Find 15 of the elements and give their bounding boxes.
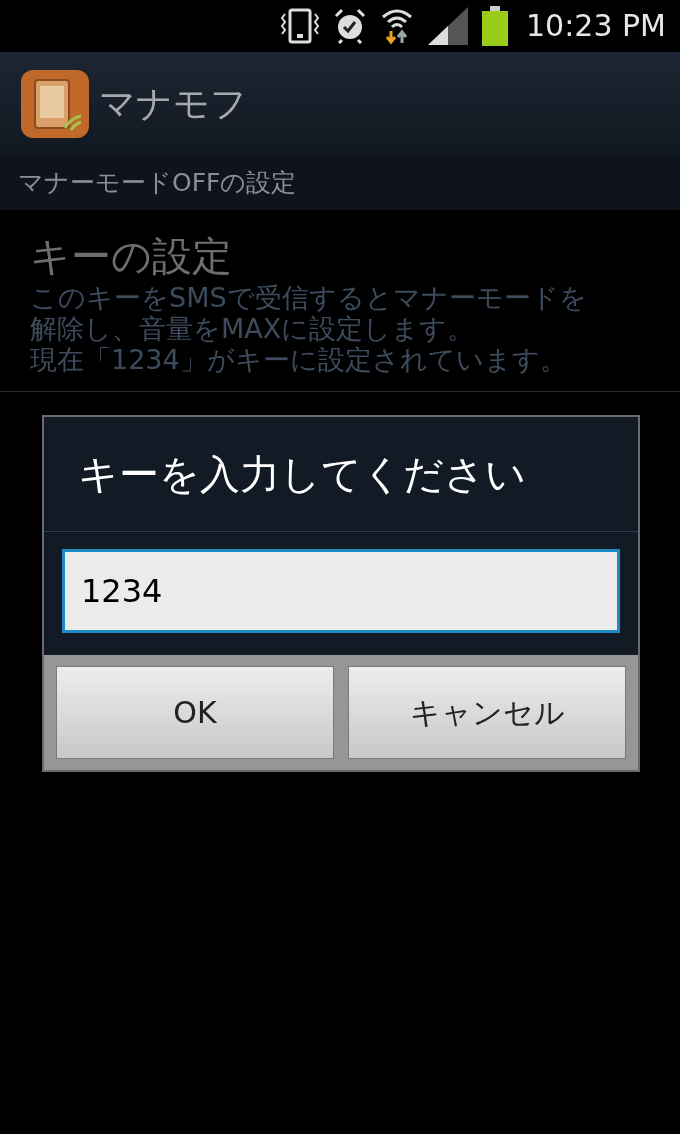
preference-summary: 現在「1234」がキーに設定されています。: [30, 344, 568, 375]
app-icon: [21, 69, 89, 138]
clock: 10:23 PM: [526, 11, 666, 41]
app-title: マナモフ: [99, 81, 247, 126]
dialog-title: キーを入力してください: [44, 417, 638, 532]
alarm-clock-icon: [334, 8, 367, 44]
preference-title: キーの設定: [30, 232, 233, 281]
preference-summary: このキーをSMSで受信するとマナーモードを解除し、音量をMAXに設定します。: [30, 282, 588, 344]
dialog-button[interactable]: OK: [56, 666, 334, 759]
dialog-button[interactable]: キャンセル: [348, 666, 626, 759]
battery-icon: [482, 6, 509, 46]
signal-icon: [428, 7, 469, 45]
key-input-field[interactable]: 1234: [62, 549, 620, 633]
section-header: マナーモードOFFの設定: [0, 155, 680, 210]
vibrate-icon: [280, 8, 321, 44]
